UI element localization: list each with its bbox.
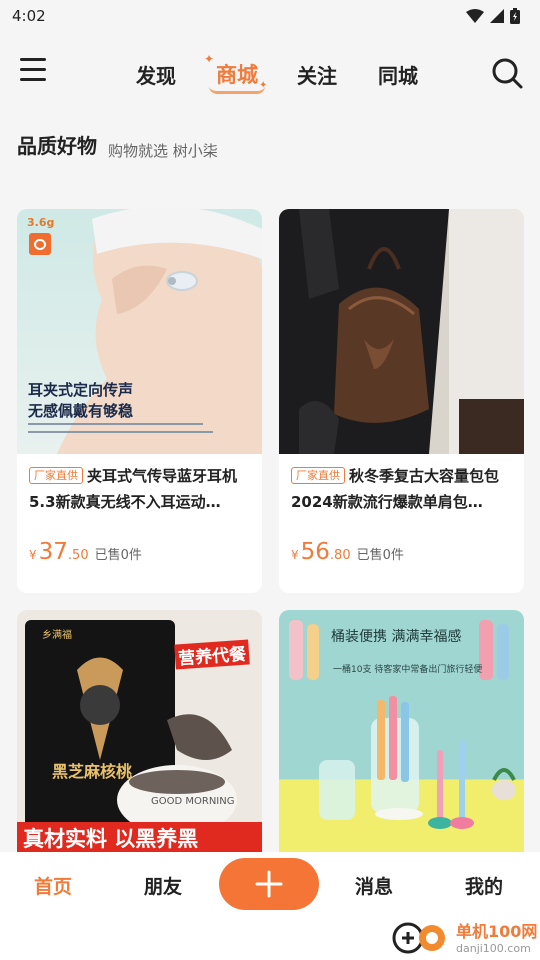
price-row: ¥ 56 .80 已售0件: [291, 539, 404, 565]
price-symbol: ¥: [29, 548, 37, 562]
tab-mall[interactable]: 商城: [216, 59, 258, 89]
price-row: ¥ 37 .50 已售0件: [29, 539, 142, 565]
battery-icon: [510, 8, 520, 24]
image-headline: 桶装便携 满满幸福感: [331, 629, 462, 645]
tab-friends[interactable]: 朋友: [144, 872, 182, 899]
watermark-name: 单机100网: [456, 921, 538, 941]
search-icon[interactable]: [490, 56, 524, 90]
top-nav: 发现 商城 ✦ ✦ 关注 同城: [0, 44, 540, 104]
product-image: 3.6g 耳夹式定向传声 无感佩戴有够稳: [17, 209, 262, 454]
sold-count: 已售0件: [94, 548, 142, 563]
product-card-earphones[interactable]: 3.6g 耳夹式定向传声 无感佩戴有够稳 厂家直供 夹耳式气传导蓝牙耳机5.3新款…: [17, 209, 262, 593]
status-icons: [466, 8, 520, 24]
watermark-url: danji100.com: [456, 941, 531, 955]
tab-following[interactable]: 关注: [297, 60, 337, 89]
image-weight-label: 3.6g: [27, 216, 55, 229]
tab-local[interactable]: 同城: [378, 60, 418, 89]
product-title: 厂家直供 秋冬季复古大容量包包2024新款流行爆款单肩包…: [291, 463, 513, 515]
status-bar: 4:02: [0, 0, 540, 32]
product-card-handbag[interactable]: 厂家直供 秋冬季复古大容量包包2024新款流行爆款单肩包… ¥ 56 .80 已售…: [279, 209, 524, 593]
handbag-illustration: [279, 209, 524, 454]
product-card-toothbrush[interactable]: 桶装便携 满满幸福感 一桶10支 待客家中常备出门旅行轻便: [279, 610, 524, 852]
toothbrush-illustration: [289, 620, 516, 829]
product-title: 厂家直供 夹耳式气传导蓝牙耳机5.3新款真无线不入耳运动…: [29, 463, 251, 515]
watermark: 单机100网 danji100.com: [392, 916, 537, 956]
tab-messages[interactable]: 消息: [355, 872, 393, 899]
section-subtitle: 购物就选 树小柒: [108, 142, 218, 160]
tab-mine[interactable]: 我的: [465, 872, 503, 899]
price-symbol: ¥: [291, 548, 299, 562]
status-time: 4:02: [12, 7, 46, 25]
package-brand: 乡满福: [42, 630, 72, 641]
section-title: 品质好物: [17, 134, 97, 158]
image-fineprint: [28, 423, 203, 425]
price-integer: 37: [38, 539, 68, 565]
add-post-button[interactable]: [219, 858, 319, 910]
sparkle-icon: ✦: [204, 52, 215, 66]
sparkle-icon: ✦: [259, 80, 268, 91]
image-fineprint: [28, 431, 213, 433]
product-image: 桶装便携 满满幸福感 一桶10支 待客家中常备出门旅行轻便: [279, 610, 524, 852]
image-headline-1: 耳夹式定向传声: [28, 381, 134, 399]
product-card-sesame[interactable]: 乡满福 营养代餐 黑芝麻核桃 GOOD MORNING 真材实料 以黑养黑: [17, 610, 262, 852]
wifi-icon: [466, 9, 484, 23]
plus-icon: [255, 870, 283, 898]
vendor-tag: 厂家直供: [29, 467, 83, 484]
vendor-tag: 厂家直供: [291, 467, 345, 484]
image-subtext: 一桶10支 待客家中常备出门旅行轻便: [333, 665, 483, 675]
product-image: [279, 209, 524, 454]
tab-home[interactable]: 首页: [34, 872, 72, 899]
sold-count: 已售0件: [356, 548, 404, 563]
cup-text: GOOD MORNING: [151, 796, 235, 807]
scale-icon: [29, 233, 51, 255]
image-banner: 真材实料 以黑养黑: [23, 827, 199, 851]
image-badge: 营养代餐: [174, 639, 250, 670]
price-decimal: .50: [67, 548, 89, 563]
menu-icon[interactable]: [20, 58, 46, 82]
package-product-name: 黑芝麻核桃: [52, 762, 133, 781]
active-tab-indicator: [209, 86, 265, 94]
tab-discover[interactable]: 发现: [136, 60, 176, 89]
price-integer: 56: [300, 539, 330, 565]
price-decimal: .80: [329, 548, 351, 563]
signal-icon: [490, 9, 504, 23]
image-headline-2: 无感佩戴有够稳: [28, 402, 134, 420]
product-image: 乡满福 营养代餐 黑芝麻核桃 GOOD MORNING 真材实料 以黑养黑: [17, 610, 262, 852]
watermark-logo-icon: [392, 922, 445, 954]
